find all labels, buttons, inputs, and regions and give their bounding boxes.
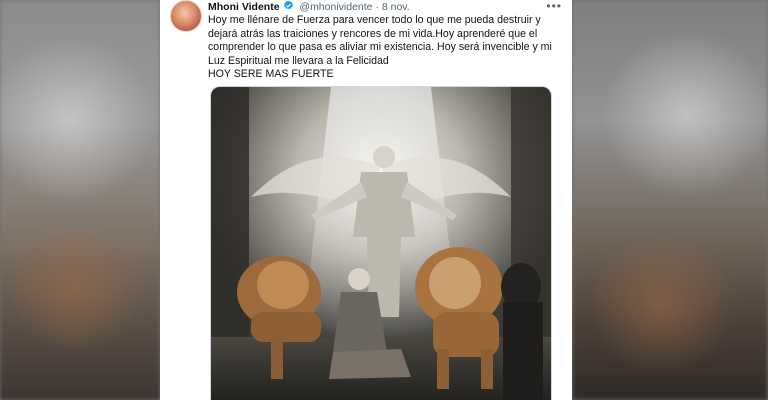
header-separator: · [375,1,379,13]
tweet-text-line: dejará atrás las traiciones y rencores d… [208,27,538,40]
tweet-media-image[interactable] [210,86,552,400]
tweet-text-line: HOY SERE MAS FUERTE [208,68,334,81]
artwork-image [211,87,551,400]
tweet-text-line: comprender lo que pasa es aliviar mi exi… [208,41,552,54]
display-name[interactable]: Mhoni Vidente [208,1,280,13]
tweet-date[interactable]: 8 nov. [382,1,410,13]
more-options-icon[interactable]: ••• [546,0,562,12]
verified-badge-icon [284,0,294,10]
avatar[interactable] [170,0,202,32]
blurred-background-left [0,0,160,400]
tweet-text-line: Hoy me llénare de Fuerza para vencer tod… [208,14,541,26]
tweet-card: Mhoni Vidente @mhonividente · 8 nov. •••… [160,0,572,400]
tweet-text-line: Luz Espiritual me llevara a la Felicidad [208,54,389,67]
user-handle[interactable]: @mhonividente [299,1,372,13]
blurred-background-right [572,0,768,400]
tweet-header: Mhoni Vidente @mhonividente · 8 nov. [208,0,542,14]
tweet-text: Hoy me llénare de Fuerza para vencer tod… [208,14,568,82]
